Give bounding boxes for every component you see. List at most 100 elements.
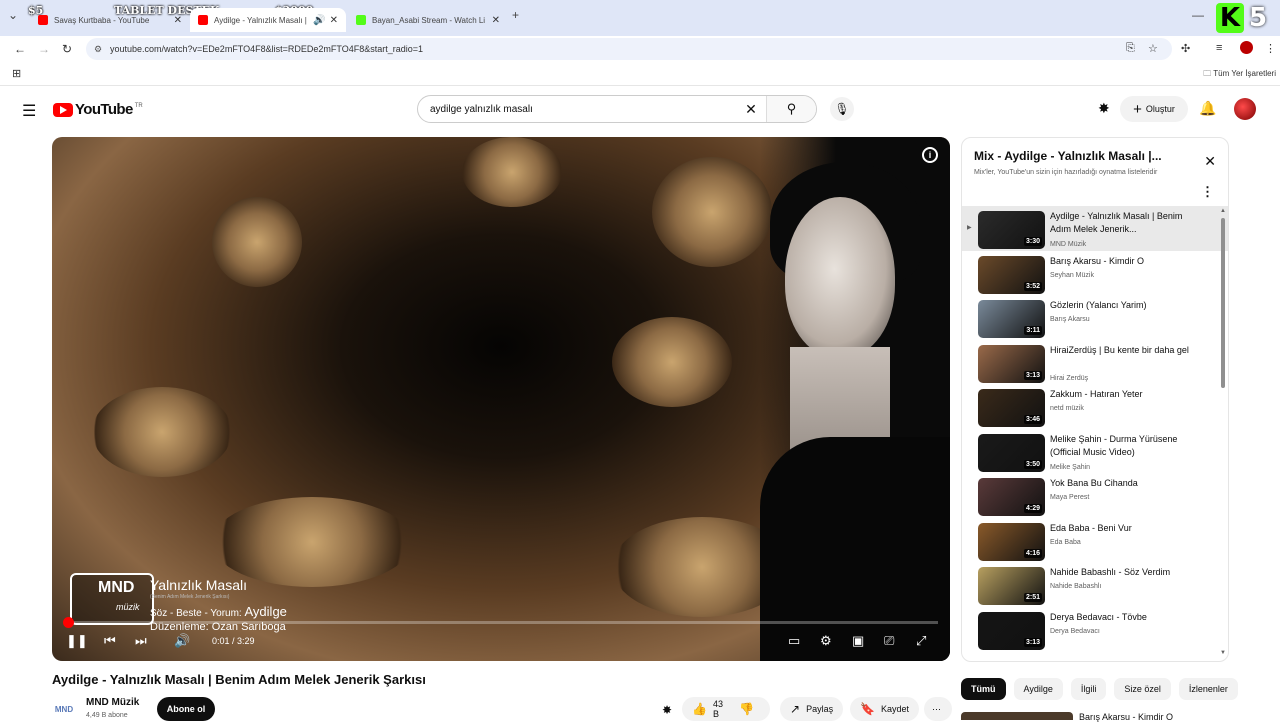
settings-gear-icon[interactable]: ⚙ [820,633,832,649]
playlist-item[interactable]: 3:11 Gözlerin (Yalancı Yarim) Barış Akarsu [962,295,1228,340]
close-tab-icon[interactable]: ✕ [492,15,500,26]
cast-icon[interactable]: ⎚ [884,633,894,649]
close-playlist-icon[interactable]: ✕ [1204,153,1216,170]
playlist-scrollbar[interactable] [1221,218,1225,388]
site-info-icon[interactable]: ⚙ [94,38,102,60]
theater-mode-icon[interactable]: ▣ [852,633,864,649]
progress-bar[interactable] [63,617,938,628]
close-tab-icon[interactable]: ✕ [174,15,182,26]
playlist-item-title[interactable]: Nahide Babashlı - Söz Verdim [1050,566,1190,579]
scrubber-handle[interactable] [63,617,75,628]
media-control-icon[interactable]: ≡ [1216,42,1222,54]
search-box[interactable]: aydilge yalnızlık masalı ✕ ⚲ [417,95,817,123]
forward-icon[interactable]: → [38,42,50,56]
playlist-menu-icon[interactable]: ⋮ [1201,184,1214,200]
ornament [92,387,232,477]
playlist-item-title[interactable]: Gözlerin (Yalancı Yarim) [1050,299,1190,312]
audio-icon[interactable]: 🔊 [313,15,325,26]
fullscreen-icon[interactable]: ⤢ [916,633,926,649]
filter-chip[interactable]: Tümü [961,678,1006,700]
scroll-down-icon[interactable]: ▼ [1220,650,1226,656]
thumbs-down-icon[interactable]: 👎 [739,702,754,716]
playlist-item[interactable]: 3:13 Derya Bedavacı - Tövbe Derya Bedavacı [962,607,1228,652]
playlist-item-title[interactable]: HiraiZerdüş | Bu kente bir daha gel [1050,344,1190,357]
address-bar[interactable]: ⚙ youtube.com/watch?v=EDe2mFTO4F8&list=R… [86,38,1172,60]
premium-sparkle-icon[interactable]: ✸ [1098,100,1110,117]
playlist-item-title[interactable]: Aydilge - Yalnızlık Masalı | Benim Adım … [1050,210,1190,236]
search-button[interactable]: ⚲ [766,96,816,122]
playlist-item[interactable]: 3:13 HiraiZerdüş | Bu kente bir daha gel H… [962,340,1228,385]
clear-search-icon[interactable]: ✕ [736,101,766,118]
browser-tab-3[interactable]: Bayan_Asabi Stream - Watch Li ✕ [348,8,508,32]
browser-tab-2[interactable]: Aydilge - Yalnızlık Masalı | B 🔊 ✕ [190,8,346,32]
filter-chip[interactable]: Aydilge [1013,678,1063,700]
video-thumbnail[interactable]: 4:16 [978,522,1045,561]
search-input[interactable]: aydilge yalnızlık masalı [418,104,736,115]
hamburger-menu-icon[interactable]: ☰ [22,101,36,121]
filter-chip[interactable]: Size özel [1114,678,1171,700]
playlist-item-title[interactable]: Barış Akarsu - Kimdir O [1050,255,1190,268]
video-thumbnail[interactable]: 3:52 [978,255,1045,294]
ask-sparkle-icon[interactable]: ✸ [662,703,672,717]
playlist-item[interactable]: 3:52 Barış Akarsu - Kimdir O Seyhan Müzik [962,251,1228,296]
back-icon[interactable]: ← [14,42,26,56]
filter-chip[interactable]: İlgili [1070,678,1107,700]
playlist-item[interactable]: 2:51 Nahide Babashlı - Söz Verdim Nahide B… [962,562,1228,607]
save-button[interactable]: 🔖 Kaydet [850,697,919,721]
next-thumbnail[interactable] [961,712,1073,720]
playlist-item-title[interactable]: Melike Şahin - Durma Yürüsene (Official … [1050,433,1190,459]
create-button[interactable]: + Oluştur [1120,96,1188,122]
video-player[interactable]: i MND müzik Yalnızlık Masalı (Benim Adım… [52,137,950,661]
like-button[interactable]: 👍 43 B 👎 [682,697,770,721]
profile-avatar[interactable] [1240,41,1253,54]
video-thumbnail[interactable]: 3:13 [978,611,1045,650]
video-thumbnail[interactable]: 3:30 [978,211,1045,249]
video-thumbnail[interactable]: 3:13 [978,344,1045,383]
playlist-item[interactable]: 4:29 Yok Bana Bu Cihanda Maya Perest [962,473,1228,518]
video-thumbnail[interactable]: 3:46 [978,389,1045,427]
subtitles-icon[interactable]: ▭ [788,633,800,649]
playlist-item[interactable]: 3:50 Melike Şahin - Durma Yürüsene (Offic… [962,429,1228,474]
more-actions-icon[interactable]: ⋯ [924,697,952,721]
all-bookmarks[interactable]: 🗀 Tüm Yer İşaretleri [1203,68,1276,82]
bookmark-star-icon[interactable]: ☆ [1148,42,1158,55]
video-thumbnail[interactable]: 4:29 [978,478,1045,516]
playlist-item-title[interactable]: Zakkum - Hatıran Yeter [1050,388,1190,401]
playlist-item-title[interactable]: Yok Bana Bu Cihanda [1050,477,1190,490]
voice-search-button[interactable]: 🎙 [830,97,854,121]
close-tab-icon[interactable]: ✕ [330,15,338,26]
next-video-title[interactable]: Barış Akarsu - Kimdir O [1079,712,1173,722]
pause-icon[interactable]: ❚❚ [66,633,88,649]
browser-tab-1[interactable]: Savaş Kurtbaba - YouTube ✕ [30,8,190,32]
playlist-item[interactable]: 4:16 Eda Baba - Beni Vur Eda Baba [962,518,1228,563]
next-icon[interactable]: ⏭ [135,633,147,649]
playlist-item[interactable]: 3:46 Zakkum - Hatıran Yeter netd müzik [962,384,1228,429]
playlist-item-title[interactable]: Eda Baba - Beni Vur [1050,522,1190,535]
playlist-item[interactable]: ▶ 3:30 Aydilge - Yalnızlık Masalı | Benim … [962,206,1228,251]
scroll-up-icon[interactable]: ▲ [1220,208,1226,214]
avatar[interactable] [1234,98,1256,120]
playlist-item-title[interactable]: Derya Bedavacı - Tövbe [1050,611,1190,624]
reload-icon[interactable]: ↻ [62,42,72,56]
new-tab-icon[interactable]: + [512,8,519,22]
apps-grid-icon[interactable]: ⊞ [12,67,21,80]
browser-menu-icon[interactable]: ⋮ [1265,42,1276,55]
subscribe-button[interactable]: Abone ol [157,697,215,721]
extensions-icon[interactable]: ✣ [1181,42,1190,55]
tab-search-icon[interactable]: ⌄ [8,8,18,22]
notifications-bell-icon[interactable]: 🔔 [1199,100,1216,117]
channel-name[interactable]: MND Müzik [86,697,139,708]
install-icon[interactable]: ⎘ [1126,42,1135,55]
info-icon[interactable]: i [922,147,938,163]
video-thumbnail[interactable]: 3:11 [978,300,1045,338]
previous-icon[interactable]: ⏮ [104,633,116,649]
video-thumbnail[interactable]: 2:51 [978,567,1045,605]
minimize-icon[interactable]: — [1192,8,1204,22]
volume-icon[interactable]: 🔊 [174,633,190,649]
channel-avatar[interactable]: MND [52,700,76,720]
video-thumbnail[interactable]: 3:50 [978,433,1045,472]
share-label: Paylaş [806,704,834,714]
youtube-logo[interactable]: YouTube TR [53,101,143,118]
filter-chip[interactable]: İzlenenler [1178,678,1238,700]
share-button[interactable]: ↗ Paylaş [780,697,844,721]
